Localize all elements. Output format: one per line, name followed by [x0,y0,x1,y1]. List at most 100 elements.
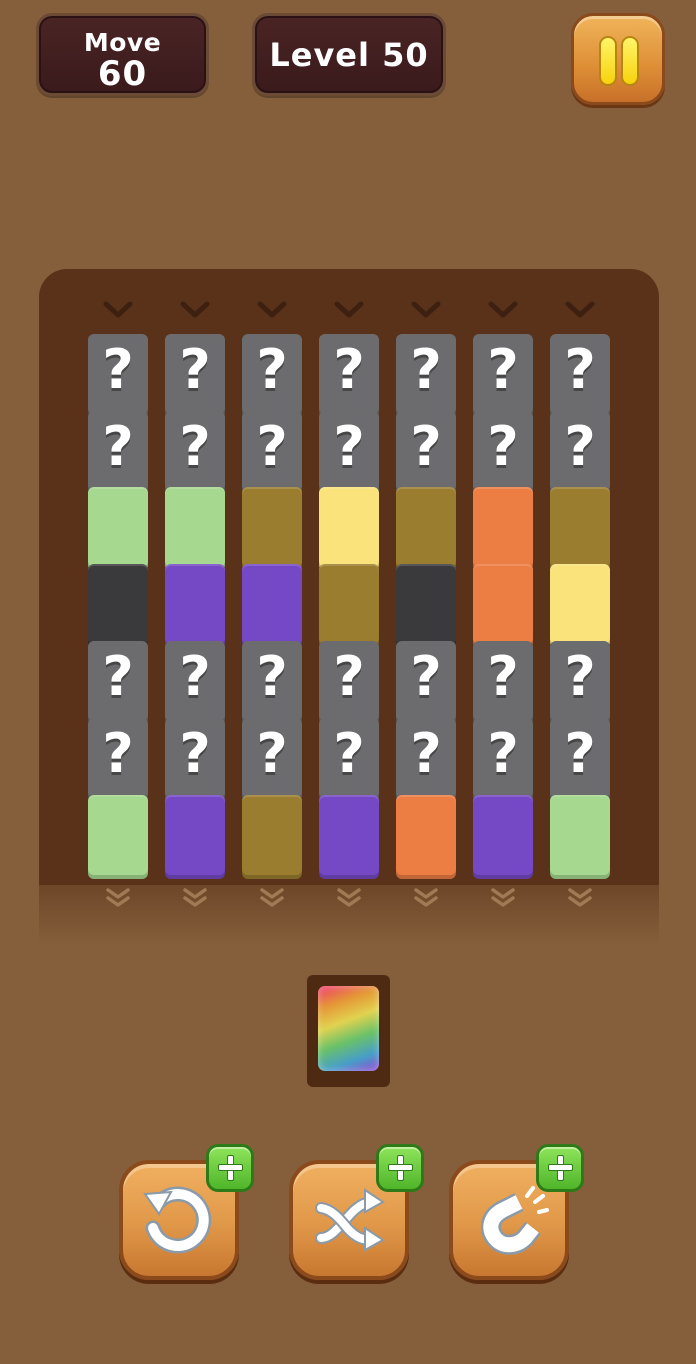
question-mark-icon: ? [179,722,211,785]
hidden-tile[interactable]: ? [319,641,379,725]
color-tile-orange[interactable] [396,795,456,879]
hidden-tile[interactable]: ? [242,411,302,495]
color-tile-purple[interactable] [319,795,379,879]
moves-panel: Move 60 [36,13,209,96]
color-tile-olive[interactable] [396,487,456,571]
color-tile-purple[interactable] [473,795,533,879]
column-drop-arrow-icon[interactable] [103,301,133,319]
hidden-tile[interactable]: ? [550,718,610,802]
color-tile-purple[interactable] [242,564,302,648]
hidden-tile[interactable]: ? [396,718,456,802]
question-mark-icon: ? [179,645,211,708]
undo-add-button[interactable] [206,1144,254,1192]
level-panel: Level 50 [252,13,446,96]
question-mark-icon: ? [256,645,288,708]
hidden-tile[interactable]: ? [88,334,148,418]
question-mark-icon: ? [102,338,134,401]
hidden-tile[interactable]: ? [473,641,533,725]
hidden-tile[interactable]: ? [88,718,148,802]
column-drop-arrow-icon[interactable] [411,301,441,319]
rainbow-tile[interactable] [318,986,379,1071]
hidden-tile[interactable]: ? [550,411,610,495]
hidden-tile[interactable]: ? [396,641,456,725]
color-tile-olive[interactable] [242,487,302,571]
column-exit-arrow-icon [183,888,207,907]
question-mark-icon: ? [179,415,211,478]
column-drop-arrow-icon[interactable] [334,301,364,319]
column-exit-arrow-icon [260,888,284,907]
moves-counter: 60 [97,54,148,94]
hidden-tile[interactable]: ? [165,718,225,802]
moves-label: Move [83,28,162,57]
hidden-tile[interactable]: ? [165,411,225,495]
question-mark-icon: ? [564,645,596,708]
color-tile-light-green[interactable] [88,795,148,879]
column-exit-arrow-icon [491,888,515,907]
color-tile-charcoal[interactable] [396,564,456,648]
color-tile-light-green[interactable] [165,487,225,571]
hidden-tile[interactable]: ? [319,718,379,802]
hidden-tile[interactable]: ? [242,334,302,418]
hidden-tile[interactable]: ? [396,411,456,495]
column-drop-arrow-icon[interactable] [565,301,595,319]
color-tile-light-green[interactable] [550,795,610,879]
hidden-tile[interactable]: ? [550,334,610,418]
level-label: Level 50 [269,36,429,74]
color-tile-charcoal[interactable] [88,564,148,648]
question-mark-icon: ? [564,338,596,401]
color-tile-orange[interactable] [473,487,533,571]
hidden-tile[interactable]: ? [165,641,225,725]
column-drop-arrow-icon[interactable] [180,301,210,319]
question-mark-icon: ? [333,645,365,708]
question-mark-icon: ? [333,722,365,785]
question-mark-icon: ? [487,645,519,708]
shuffle-icon [315,1188,385,1252]
question-mark-icon: ? [333,415,365,478]
shuffle-add-button[interactable] [376,1144,424,1192]
hidden-tile[interactable]: ? [473,334,533,418]
color-tile-olive[interactable] [242,795,302,879]
column-exit-arrow-icon [568,888,592,907]
pause-button[interactable] [571,13,665,105]
question-mark-icon: ? [487,722,519,785]
column-drop-arrow-icon[interactable] [257,301,287,319]
hidden-tile[interactable]: ? [319,411,379,495]
question-mark-icon: ? [333,338,365,401]
hidden-tile[interactable]: ? [396,334,456,418]
question-mark-icon: ? [564,415,596,478]
question-mark-icon: ? [410,722,442,785]
color-tile-yellow[interactable] [550,564,610,648]
question-mark-icon: ? [487,338,519,401]
hidden-tile[interactable]: ? [319,334,379,418]
color-tile-yellow[interactable] [319,487,379,571]
hidden-tile[interactable]: ? [242,718,302,802]
column-exit-arrow-icon [414,888,438,907]
question-mark-icon: ? [410,645,442,708]
question-mark-icon: ? [102,645,134,708]
color-tile-purple[interactable] [165,564,225,648]
pause-icon [599,36,617,86]
hidden-tile[interactable]: ? [473,411,533,495]
column-exit-arrow-icon [337,888,361,907]
question-mark-icon: ? [487,415,519,478]
color-tile-light-green[interactable] [88,487,148,571]
hidden-tile[interactable]: ? [88,411,148,495]
column-exit-arrow-icon [106,888,130,907]
question-mark-icon: ? [256,338,288,401]
column-drop-arrow-icon[interactable] [488,301,518,319]
question-mark-icon: ? [256,415,288,478]
hidden-tile[interactable]: ? [165,334,225,418]
magnet-icon [480,1186,549,1255]
color-tile-olive[interactable] [550,487,610,571]
question-mark-icon: ? [410,338,442,401]
magnet-add-button[interactable] [536,1144,584,1192]
undo-icon [143,1186,212,1254]
question-mark-icon: ? [410,415,442,478]
hidden-tile[interactable]: ? [473,718,533,802]
hidden-tile[interactable]: ? [88,641,148,725]
hidden-tile[interactable]: ? [242,641,302,725]
color-tile-orange[interactable] [473,564,533,648]
hidden-tile[interactable]: ? [550,641,610,725]
color-tile-purple[interactable] [165,795,225,879]
color-tile-olive[interactable] [319,564,379,648]
